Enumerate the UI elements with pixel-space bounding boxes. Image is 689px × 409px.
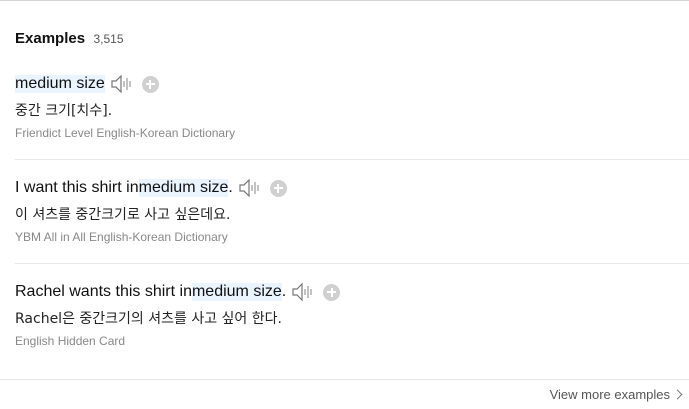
examples-count: 3,515 — [93, 32, 124, 46]
add-icon[interactable] — [269, 179, 287, 197]
example-korean: 이 셔츠를 중간크기로 사고 싶은데요. — [15, 207, 231, 223]
add-icon[interactable] — [141, 75, 159, 93]
examples-header: Examples 3,515 — [15, 30, 124, 48]
example-english: I want this shirt in medium size . — [15, 178, 287, 198]
examples-title: Examples — [15, 30, 86, 47]
speaker-icon[interactable] — [238, 178, 262, 198]
example-korean: Rachel은 중간크기의 셔츠를 사고 싶어 한다. — [15, 311, 282, 327]
add-icon[interactable] — [323, 283, 341, 301]
example-keyword-highlight: medium size — [138, 179, 229, 197]
example-english: medium size — [15, 74, 159, 94]
example-keyword-highlight: medium size — [191, 283, 282, 301]
example-korean: 중간 크기[치수]. — [15, 103, 113, 119]
example-english-post: . — [281, 283, 287, 300]
chevron-right-icon — [672, 389, 683, 400]
example-english-pre: I want this shirt in — [15, 179, 139, 196]
example-divider — [15, 159, 689, 160]
speaker-icon[interactable] — [110, 74, 134, 94]
example-source: English Hidden Card — [15, 334, 126, 348]
view-more-label: View more examples — [549, 387, 670, 402]
example-english-pre: Rachel wants this shirt in — [15, 283, 192, 300]
top-divider — [0, 0, 689, 1]
example-source: Friendict Level English-Korean Dictionar… — [15, 126, 236, 140]
footer-divider — [0, 379, 689, 380]
example-keyword-highlight: medium size — [15, 75, 105, 93]
speaker-icon[interactable] — [291, 282, 315, 302]
example-source: YBM All in All English-Korean Dictionary — [15, 230, 228, 244]
example-english: Rachel wants this shirt in medium size . — [15, 282, 341, 302]
example-english-post: . — [228, 179, 233, 196]
example-divider — [15, 263, 689, 264]
view-more-link[interactable]: View more examples — [549, 387, 683, 402]
